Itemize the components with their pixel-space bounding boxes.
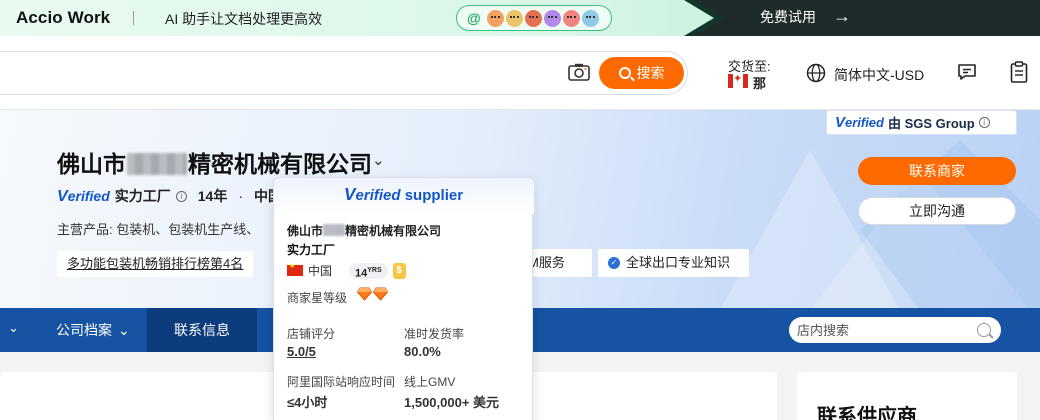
ship-to-country[interactable]: 那	[753, 73, 766, 92]
banner-slogan: AI 助手让文档处理更高效	[165, 11, 323, 27]
company-name: 佛山市 精密机械有限公司	[57, 151, 372, 177]
info-icon[interactable]: i	[175, 190, 187, 202]
chat-now-button[interactable]: 立即沟通	[858, 197, 1016, 225]
redacted-text	[323, 224, 346, 236]
on-time-delivery-value: 80.0%	[404, 344, 441, 359]
free-trial-link[interactable]: 免费试用	[760, 7, 816, 27]
star-level-label: 商家星等级	[287, 291, 348, 305]
store-rating-value[interactable]: 5.0/5	[287, 344, 316, 359]
orders-icon[interactable]	[1010, 61, 1028, 83]
chevron-down-icon: ⌄	[118, 321, 130, 338]
avatar-icon	[486, 9, 504, 27]
export-expertise-tag[interactable]: ✓ 全球出口专业知识	[598, 249, 749, 277]
tooltip-company-name: 佛山市 精密机械有限公司	[287, 224, 442, 238]
info-icon[interactable]: i	[978, 117, 990, 128]
canada-flag-icon[interactable]	[728, 72, 748, 88]
response-time-label: 阿里国际站响应时间	[287, 375, 396, 389]
tooltip-location-row: 中国 14YRS $	[287, 262, 406, 279]
avatar-icon	[543, 9, 561, 27]
verified-logo: Verified	[835, 114, 884, 131]
tab-company-profile[interactable]: 公司档案 ⌄	[40, 308, 146, 352]
years-label: 14年	[197, 188, 228, 204]
check-badge-icon: ✓	[608, 257, 620, 269]
factory-label: 实力工厂	[114, 188, 171, 204]
avatar-icon	[524, 9, 542, 27]
language-currency-selector[interactable]: 简体中文-USD	[834, 65, 924, 85]
ai-avatars-pill[interactable]: @	[456, 5, 612, 31]
tooltip-factory-label: 实力工厂	[287, 243, 336, 257]
contact-supplier-title: 联系供应商	[817, 406, 917, 420]
arrow-right-icon[interactable]: →	[833, 6, 851, 27]
banner-divider	[133, 11, 134, 25]
promo-banner[interactable]: Accio Work AI 助手让文档处理更高效 @ 免费试用 →	[0, 0, 1040, 36]
store-rating-label: 店铺评分	[287, 327, 336, 341]
diamond-icon	[357, 287, 372, 301]
chevron-down-icon[interactable]: ⌄	[8, 320, 19, 336]
store-search-input[interactable]	[789, 317, 1001, 343]
at-icon: @	[467, 10, 481, 26]
sgs-verified-badge[interactable]: Verified 由 SGS Group i	[826, 110, 1017, 135]
avatar-icon	[505, 9, 523, 27]
ranking-tag[interactable]: 多功能包装机畅销排行榜第4名	[57, 251, 254, 277]
main-products: 主营产品: 包装机、包装机生产线、	[57, 222, 260, 237]
diamond-icon	[373, 287, 388, 301]
years-badge: 14YRS	[349, 262, 388, 279]
response-time-value: ≤4小时	[287, 395, 328, 410]
verified-logo: Verified	[57, 186, 110, 205]
online-gmv-label: 线上GMV	[404, 375, 456, 389]
brand-logo: Accio Work	[16, 8, 111, 27]
contact-supplier-button[interactable]: 联系商家	[858, 157, 1016, 185]
message-icon[interactable]	[957, 62, 977, 82]
tab-contact-info[interactable]: 联系信息	[147, 308, 257, 352]
supplier-tooltip: Verified supplier 佛山市精密机械有限公司 实力工厂 中国 14…	[273, 177, 534, 420]
separator-dot: ·	[238, 188, 244, 204]
china-flag-icon	[287, 262, 303, 276]
gold-supplier-icon: $	[392, 262, 406, 279]
verified-supplier-logo: Verified supplier	[344, 184, 464, 204]
camera-search-icon[interactable]	[568, 63, 590, 81]
avatar-icon	[581, 9, 599, 27]
banner-trial-area	[684, 0, 1040, 36]
avatar-icon	[562, 9, 580, 27]
online-gmv-value: 1,500,000+ 美元	[404, 395, 500, 410]
chevron-down-icon[interactable]: ⌄	[372, 151, 385, 169]
redacted-text	[127, 153, 187, 175]
search-icon[interactable]	[977, 323, 991, 337]
verification-row: Verified 实力工厂 i 14年 · 中国	[57, 186, 282, 206]
on-time-delivery-label: 准时发货率	[404, 327, 465, 341]
contact-supplier-card: 联系供应商	[797, 372, 1017, 420]
search-button[interactable]: 搜索	[599, 57, 684, 89]
search-icon	[618, 67, 631, 79]
globe-icon[interactable]	[806, 63, 826, 83]
